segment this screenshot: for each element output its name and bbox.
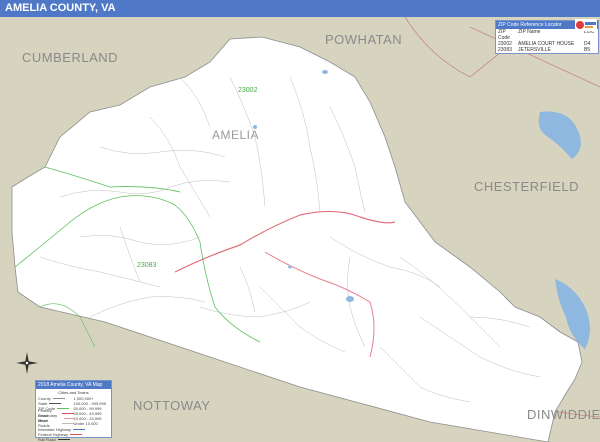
zip-col-code: ZIP Code (498, 29, 510, 41)
zip-loc: B5 (584, 47, 591, 53)
zip-code: 23083 (498, 47, 512, 53)
legend-item: 25,000 - 49,999 (73, 410, 102, 416)
legend-item: Under 10,000 (73, 420, 98, 426)
legend-item: Interstate Highway (38, 427, 109, 432)
legend-item: 10,000 - 24,999 (73, 415, 102, 421)
zip-label-23083: 23083 (137, 262, 157, 269)
legend-title: 2018 Amelia County, VA Map (36, 381, 111, 389)
legend-item: Federal Highway (38, 432, 109, 437)
legend-item: 1,000,000+ (73, 395, 94, 401)
zip-name: JETERSVILLE (518, 47, 551, 53)
compass-rose-icon (16, 352, 38, 374)
legend-left-column: County State ZIP Code Primary Road Secon… (38, 396, 74, 428)
map-publisher-logo (575, 19, 597, 31)
county-label-amelia: AMELIA (212, 128, 259, 142)
zip-label-23002: 23002 (238, 87, 258, 94)
county-label-cumberland: CUMBERLAND (22, 50, 118, 65)
map-legend: 2018 Amelia County, VA Map Cities and To… (35, 380, 112, 442)
county-label-nottoway: NOTTOWAY (133, 398, 210, 413)
legend-bottom: Interstate Highway Federal Highway Rail … (36, 427, 111, 442)
map-canvas: CUMBERLAND POWHATAN CHESTERFIELD NOTTOWA… (0, 17, 600, 442)
small-pond (322, 70, 328, 74)
page-title: AMELIA COUNTY, VA (0, 0, 600, 17)
legend-item: State (38, 401, 74, 406)
county-label-powhatan: POWHATAN (325, 32, 402, 47)
legend-item: Minor Roads (38, 418, 74, 428)
legend-rows: County State ZIP Code Primary Road Secon… (36, 395, 111, 429)
county-label-chesterfield: CHESTERFIELD (474, 179, 579, 194)
small-pond (288, 265, 292, 269)
legend-item: 100,000 - 999,999 (73, 400, 106, 406)
legend-right-column: 1,000,000+ 100,000 - 999,999 50,000 - 99… (74, 396, 110, 426)
legend-item: Rail Road (38, 437, 109, 442)
map-page: AMELIA COUNTY, VA CUMBERLAND POWHATAN CH… (0, 0, 600, 442)
map-area: CUMBERLAND POWHATAN CHESTERFIELD NOTTOWA… (0, 17, 600, 442)
zip-table-row: 23083 JETERSVILLE B5 (496, 47, 598, 53)
county-label-dinwiddie: DINWIDDIE (527, 407, 600, 422)
legend-item: 50,000 - 99,999 (73, 405, 102, 411)
legend-item: County (38, 396, 74, 401)
small-pond (346, 296, 354, 302)
